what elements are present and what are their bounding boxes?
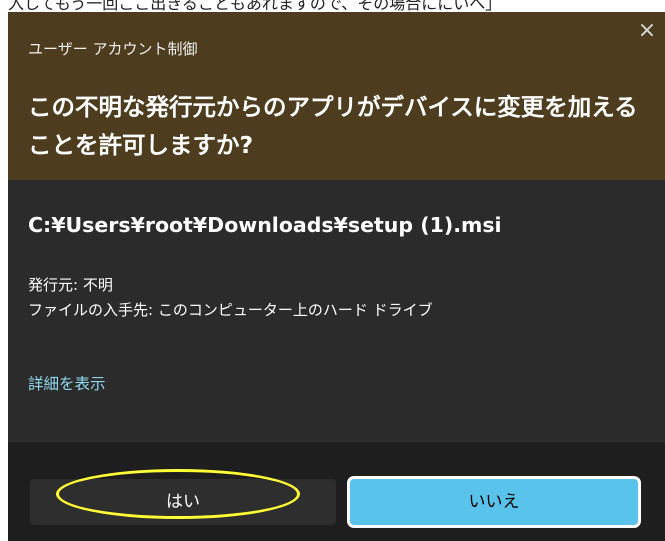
background-partial-text: 入してもう一回ここ出きることもあれますので、その場合ににいへ」 — [8, 0, 502, 12]
dialog-caption: ユーザー アカウント制御 — [28, 40, 198, 58]
show-details-link[interactable]: 詳細を表示 — [28, 372, 106, 394]
file-origin-line: ファイルの入手先: このコンピューター上のハード ドライブ — [28, 301, 433, 319]
publisher-line: 発行元: 不明 — [28, 276, 113, 294]
file-path: C:¥Users¥root¥Downloads¥setup (1).msi — [28, 213, 502, 237]
dialog-header: ユーザー アカウント制御 × この不明な発行元からのアプリがデバイスに変更を加え… — [8, 12, 665, 180]
yes-button[interactable]: はい — [30, 479, 336, 525]
no-button[interactable]: いいえ — [347, 476, 641, 528]
dialog-footer: はい いいえ — [8, 442, 665, 541]
page: 入してもう一回ここ出きることもあれますので、その場合ににいへ」 ユーザー アカウ… — [0, 0, 665, 541]
close-icon[interactable]: × — [635, 20, 659, 44]
dialog-question: この不明な発行元からのアプリがデバイスに変更を加えることを許可しますか? — [28, 93, 638, 159]
uac-dialog: ユーザー アカウント制御 × この不明な発行元からのアプリがデバイスに変更を加え… — [8, 12, 665, 541]
